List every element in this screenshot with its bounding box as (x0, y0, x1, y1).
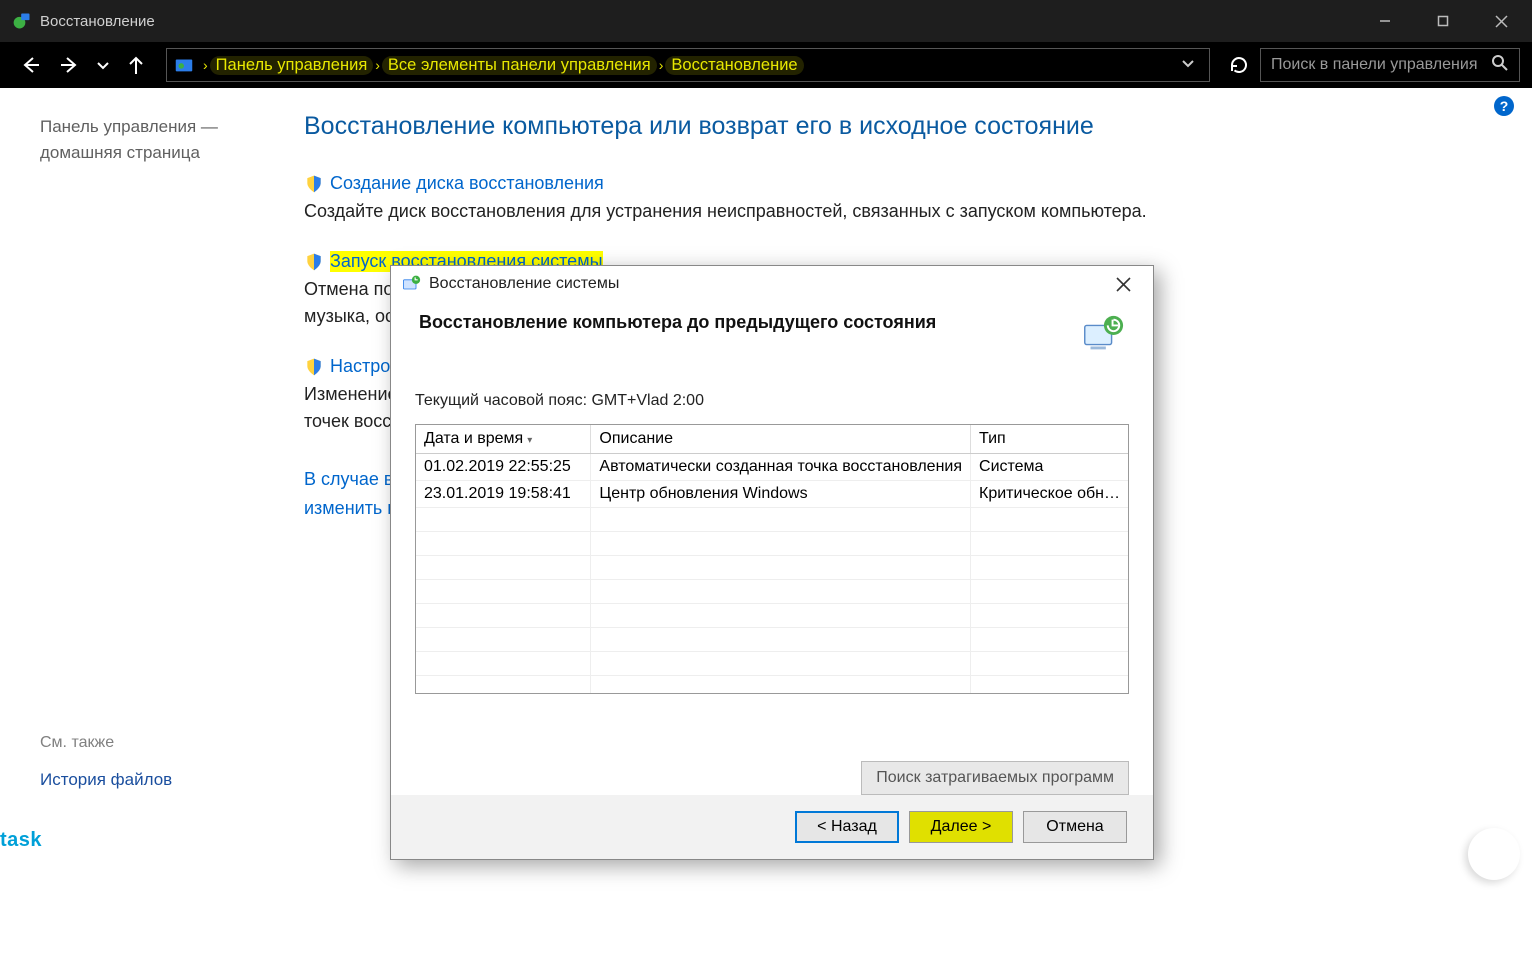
see-also-heading: См. также (40, 734, 172, 752)
dialog-heading: Восстановление компьютера до предыдущего… (419, 312, 1069, 333)
shield-icon (304, 174, 324, 194)
dialog-header: Восстановление компьютера до предыдущего… (391, 302, 1153, 362)
search-box[interactable] (1260, 48, 1520, 82)
truncated-text: точек восст (304, 411, 400, 431)
table-row (416, 556, 1128, 580)
file-history-link[interactable]: История файлов (40, 770, 172, 789)
recent-dropdown[interactable] (92, 47, 114, 83)
explorer-navbar: › Панель управления › Все элементы панел… (0, 42, 1532, 88)
back-button[interactable] (12, 47, 48, 83)
table-row[interactable]: 23.01.2019 19:58:41 Центр обновления Win… (416, 481, 1128, 508)
chevron-right-icon: › (373, 57, 382, 73)
see-also-section: См. также История файлов (40, 734, 172, 790)
option-description: Создайте диск восстановления для устране… (304, 198, 1472, 225)
control-panel-home-link[interactable]: Панель управления — домашняя страница (40, 117, 218, 162)
dialog-mid-actions: Поиск затрагиваемых программ (391, 743, 1153, 795)
shield-icon (304, 252, 324, 272)
cancel-button[interactable]: Отмена (1023, 811, 1127, 843)
control-panel-icon (173, 54, 195, 76)
window-titlebar: Восстановление (0, 0, 1532, 42)
up-button[interactable] (118, 47, 154, 83)
truncated-text: Изменение (304, 384, 398, 404)
dialog-title: Восстановление системы (429, 275, 619, 293)
app-icon (12, 11, 32, 31)
cell-description: Центр обновления Windows (591, 481, 971, 508)
task-watermark: task (0, 829, 42, 852)
chevron-right-icon: › (657, 57, 666, 73)
breadcrumb-item[interactable]: Все элементы панели управления (382, 56, 657, 75)
table-row (416, 580, 1128, 604)
back-button[interactable]: < Назад (795, 811, 899, 843)
minimize-button[interactable] (1356, 0, 1414, 42)
page-title: Восстановление компьютера или возврат ег… (304, 112, 1472, 141)
search-input[interactable] (1271, 56, 1491, 74)
create-recovery-drive-link[interactable]: Создание диска восстановления (330, 173, 604, 194)
help-icon[interactable]: ? (1494, 96, 1514, 116)
window-title: Восстановление (40, 13, 155, 30)
page-curl-icon (1468, 828, 1520, 880)
dialog-body: Текущий часовой пояс: GMT+Vlad 2:00 Дата… (391, 362, 1153, 743)
close-button[interactable] (1472, 0, 1530, 42)
dialog-footer: < Назад Далее > Отмена (391, 795, 1153, 859)
dialog-titlebar: Восстановление системы (391, 266, 1153, 302)
truncated-text: музыка, ост (304, 306, 402, 326)
table-row (416, 628, 1128, 652)
table-row (416, 508, 1128, 532)
dialog-close-button[interactable] (1103, 269, 1143, 299)
sidebar: Панель управления — домашняя страница См… (0, 88, 290, 980)
restore-computer-icon (1079, 312, 1125, 358)
table-row (416, 676, 1128, 695)
cell-datetime: 01.02.2019 22:55:25 (416, 454, 591, 481)
address-bar[interactable]: › Панель управления › Все элементы панел… (166, 48, 1210, 82)
table-row (416, 604, 1128, 628)
timezone-label: Текущий часовой пояс: GMT+Vlad 2:00 (415, 392, 1129, 410)
cell-type: Система (971, 454, 1128, 481)
breadcrumb-item[interactable]: Панель управления (210, 56, 374, 75)
cell-datetime: 23.01.2019 19:58:41 (416, 481, 591, 508)
shield-icon (304, 357, 324, 377)
address-dropdown-icon[interactable] (1171, 56, 1205, 75)
cell-description: Автоматически созданная точка восстановл… (591, 454, 971, 481)
column-header-datetime[interactable]: Дата и время▾ (416, 425, 591, 454)
cell-type: Критическое обн… (971, 481, 1128, 508)
option-create-recovery-drive: Создание диска восстановления Создайте д… (304, 173, 1472, 225)
forward-button[interactable] (52, 47, 88, 83)
table-row (416, 532, 1128, 556)
sort-desc-icon: ▾ (527, 435, 532, 446)
chevron-right-icon: › (201, 57, 210, 73)
maximize-button[interactable] (1414, 0, 1472, 42)
system-restore-dialog: Восстановление системы Восстановление ко… (390, 265, 1154, 860)
table-row[interactable]: 01.02.2019 22:55:25 Автоматически создан… (416, 454, 1128, 481)
column-header-description[interactable]: Описание (591, 425, 971, 454)
system-restore-icon (401, 274, 421, 294)
search-icon[interactable] (1491, 54, 1509, 77)
truncated-text: Отмена по (304, 279, 393, 299)
truncated-text: В случае во (304, 469, 403, 489)
next-button[interactable]: Далее > (909, 811, 1013, 843)
column-header-type[interactable]: Тип (971, 425, 1128, 454)
refresh-button[interactable] (1222, 48, 1256, 82)
scan-affected-programs-button[interactable]: Поиск затрагиваемых программ (861, 761, 1129, 795)
table-row (416, 652, 1128, 676)
breadcrumb-item[interactable]: Восстановление (665, 56, 803, 75)
restore-points-table[interactable]: Дата и время▾ Описание Тип 01.02.2019 22… (415, 424, 1129, 694)
